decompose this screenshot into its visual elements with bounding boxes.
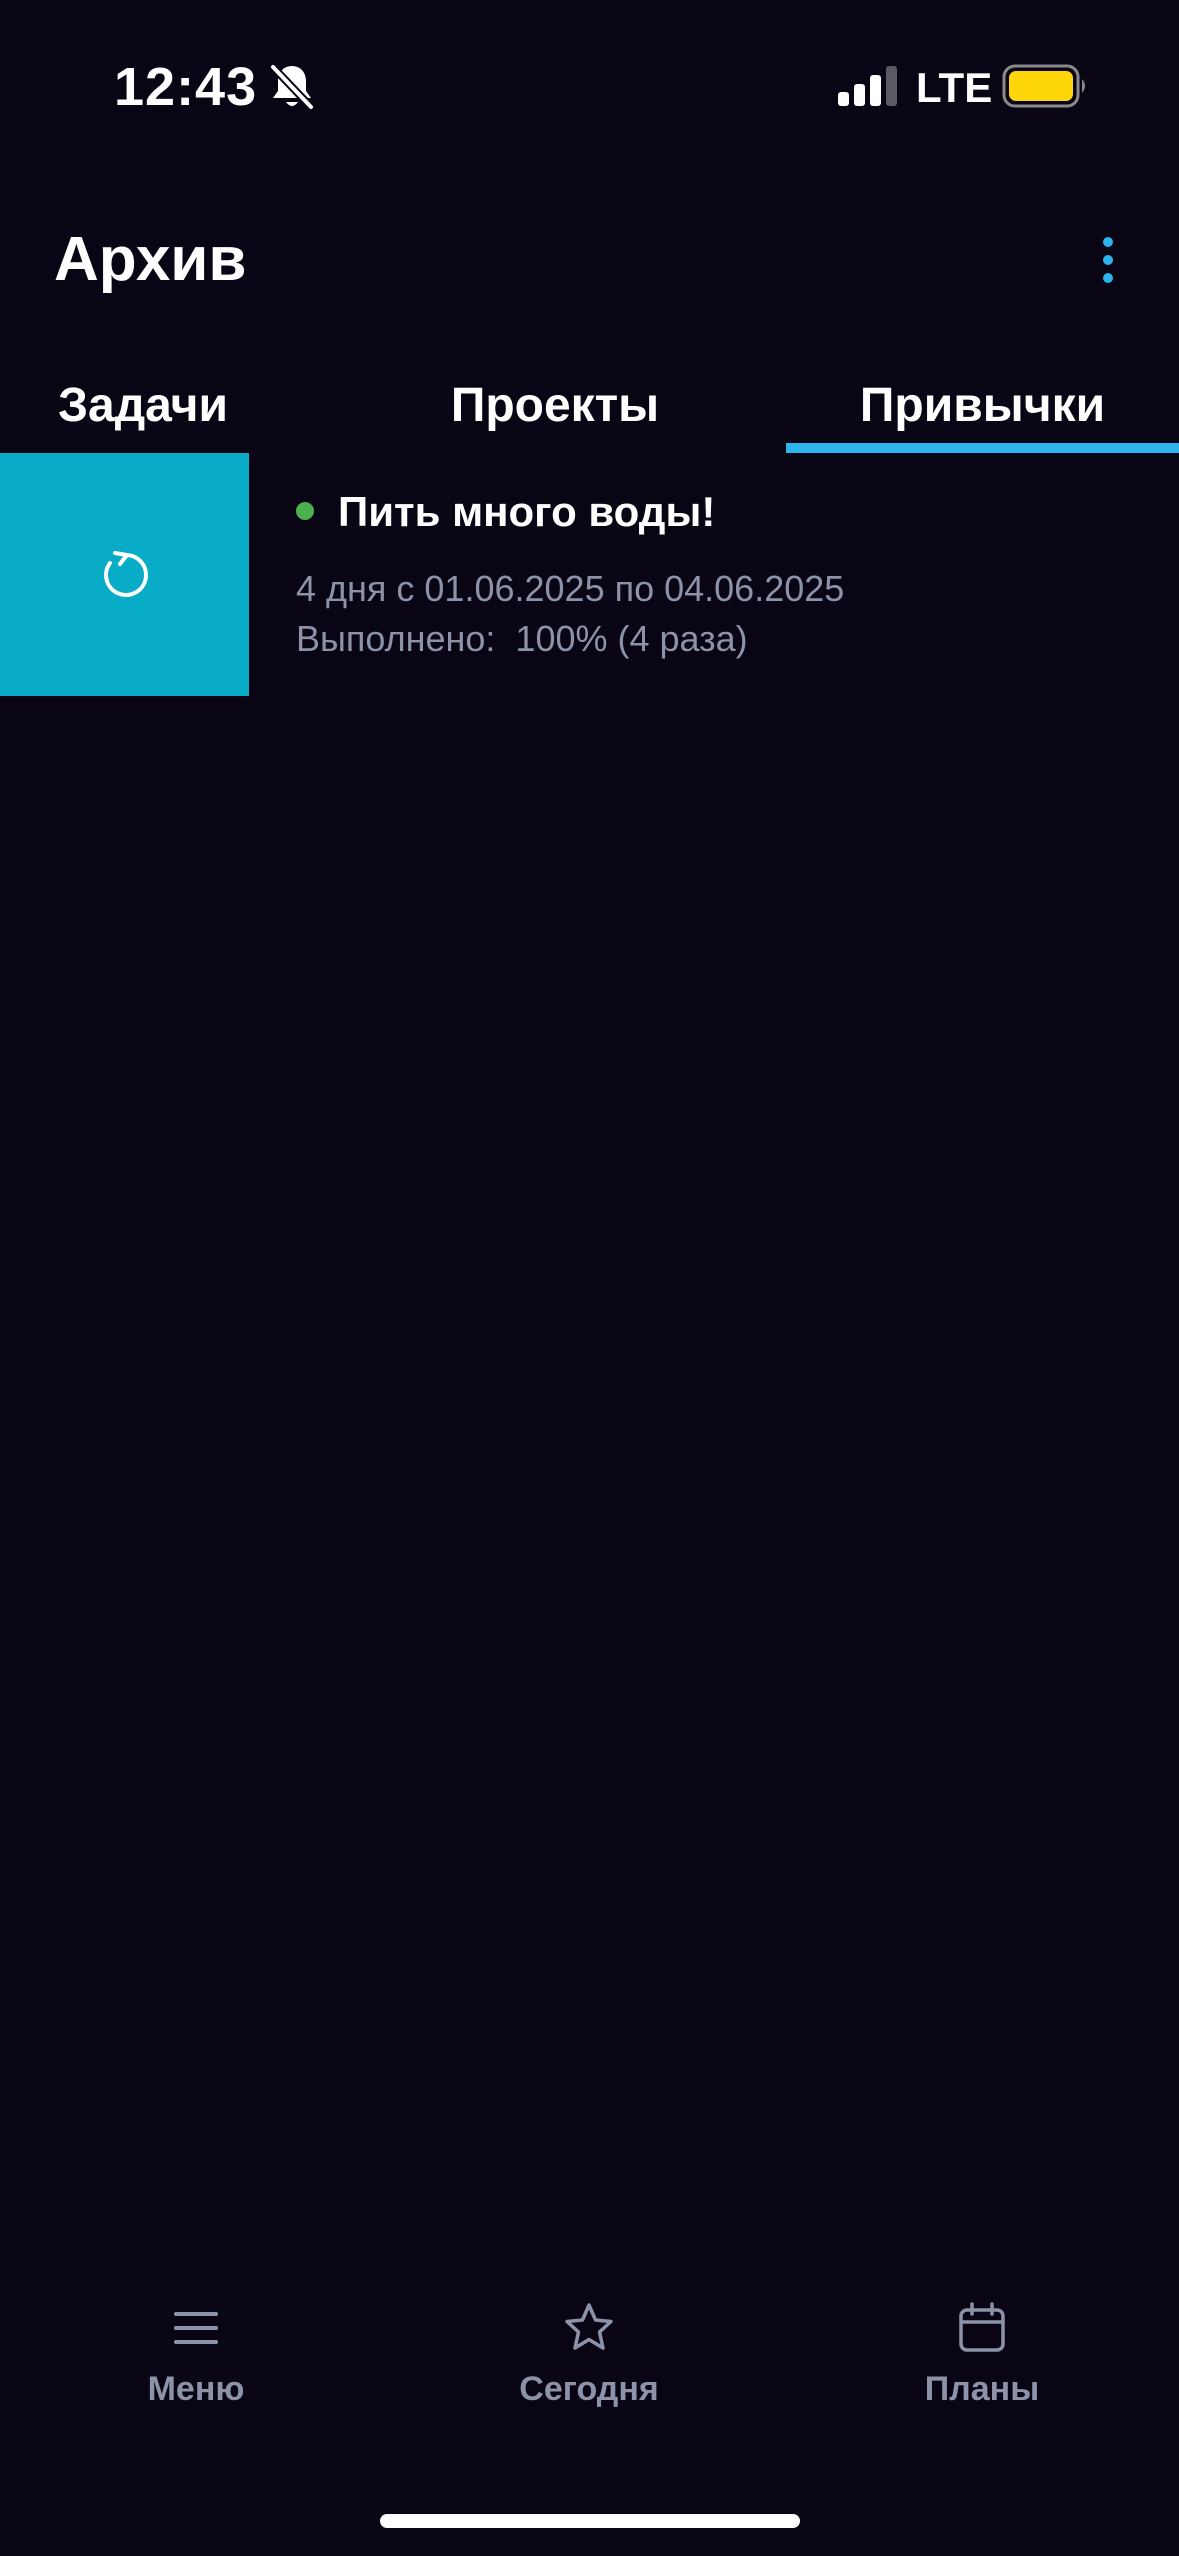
nav-today[interactable]: Сегодня bbox=[469, 2300, 709, 2440]
bell-slash-icon bbox=[269, 63, 315, 111]
restore-icon bbox=[103, 550, 148, 597]
status-time: 12:43 bbox=[114, 57, 258, 117]
more-vertical-icon[interactable] bbox=[1090, 228, 1130, 292]
home-indicator[interactable] bbox=[380, 2514, 800, 2528]
tab-projects[interactable]: Проекты bbox=[400, 360, 710, 450]
star-icon bbox=[565, 2303, 613, 2350]
tab-habits[interactable]: Привычки bbox=[786, 360, 1179, 450]
network-type: LTE bbox=[916, 64, 993, 111]
nav-plans-label: Планы bbox=[924, 2370, 1040, 2408]
restore-button[interactable] bbox=[0, 453, 249, 696]
calendar-icon bbox=[959, 2302, 1005, 2352]
signal-icon bbox=[838, 66, 897, 106]
nav-today-label: Сегодня bbox=[519, 2370, 659, 2408]
page-title: Архив bbox=[54, 225, 247, 294]
habit-period: 4 дня с 01.06.2025 по 04.06.2025 bbox=[296, 568, 845, 609]
nav-menu-label: Меню bbox=[147, 2370, 245, 2408]
nav-menu[interactable]: Меню bbox=[76, 2300, 316, 2440]
battery-icon bbox=[1002, 64, 1085, 108]
active-tab-indicator bbox=[786, 443, 1179, 453]
nav-plans[interactable]: Планы bbox=[862, 2300, 1102, 2440]
status-dot bbox=[296, 502, 314, 520]
habit-title[interactable]: Пить много воды! bbox=[338, 484, 715, 540]
habit-progress: Выполнено: 100% (4 раза) bbox=[296, 618, 748, 659]
tab-tasks[interactable]: Задачи bbox=[0, 360, 286, 450]
menu-icon bbox=[174, 2312, 218, 2344]
